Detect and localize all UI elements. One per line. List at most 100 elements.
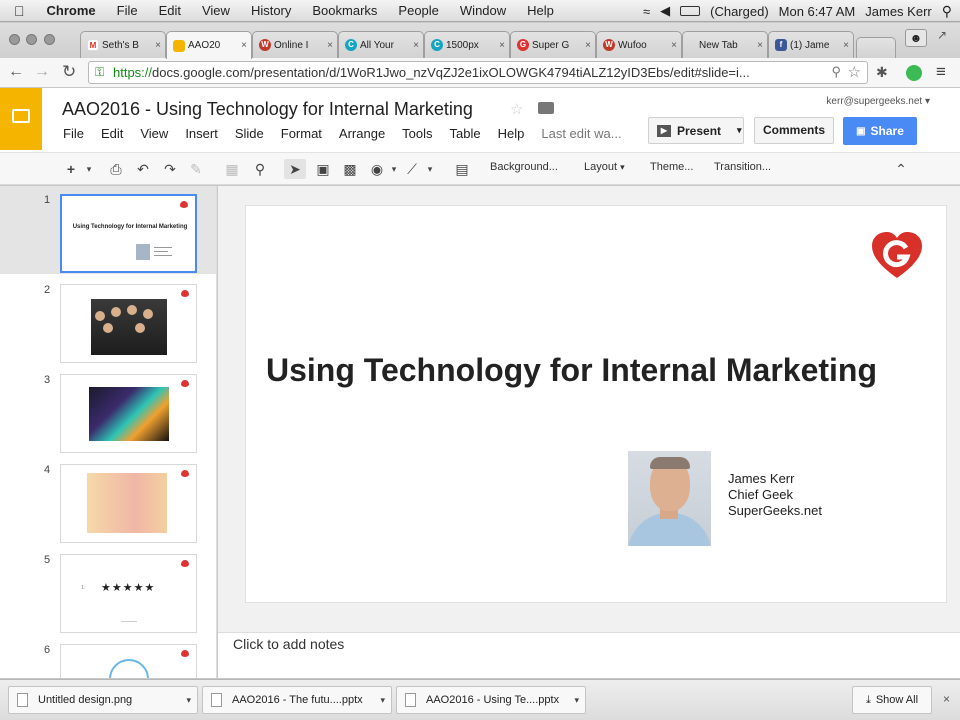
reload-icon[interactable]: ↻ [62, 62, 76, 82]
comments-button[interactable]: Comments [754, 117, 834, 144]
battery-status[interactable]: (Charged) [710, 4, 769, 19]
slide-thumbnail-row[interactable]: 1 Using Technology for Internal Marketin… [0, 186, 216, 274]
slide-thumbnail-row[interactable]: 4 [0, 456, 216, 544]
docs-menu-slide[interactable]: Slide [235, 126, 264, 141]
slide-thumbnail[interactable] [60, 464, 197, 543]
menu-bookmarks[interactable]: Bookmarks [312, 3, 377, 18]
extension-green-icon[interactable] [906, 65, 922, 81]
slide-title[interactable]: Using Technology for Internal Marketing [266, 352, 946, 389]
account-email[interactable]: kerr@supergeeks.net ▾ [826, 96, 930, 107]
print-icon[interactable]: ⎙ [106, 159, 126, 179]
menu-app[interactable]: Chrome [47, 3, 96, 18]
new-slide-icon[interactable]: + [62, 159, 80, 179]
slide-thumbnail-row[interactable]: 2 [0, 276, 216, 364]
background-button[interactable]: Background... [490, 161, 558, 173]
menu-people[interactable]: People [398, 3, 438, 18]
spotlight-icon[interactable]: ⚲ [942, 3, 952, 20]
zoom-fit-icon[interactable]: ▦ [222, 159, 242, 179]
select-cursor-icon[interactable]: ➤ [284, 159, 306, 179]
slide-thumbnail-row[interactable]: 6 [0, 636, 216, 678]
tab-facebook[interactable]: f (1) Jame × [768, 31, 854, 58]
present-button[interactable]: ▶ Present ▾ [648, 117, 744, 144]
slide-thumbnail[interactable]: 1. ★★★★★ [60, 554, 197, 633]
image-icon[interactable]: ▩ [340, 159, 360, 179]
line-icon[interactable]: ⟋ [402, 159, 422, 179]
redo-icon[interactable]: ↷ [160, 159, 180, 179]
docs-menu-arrange[interactable]: Arrange [339, 126, 385, 141]
bookmark-star-icon[interactable]: ☆ [848, 63, 861, 81]
close-tab-icon[interactable]: × [327, 40, 333, 51]
tab-wufoo[interactable]: W Wufoo × [596, 31, 682, 58]
chevron-down-icon[interactable]: ▾ [574, 695, 579, 706]
slides-logo[interactable] [0, 88, 42, 150]
zoom-icon[interactable]: ⚲ [250, 159, 270, 179]
menu-edit[interactable]: Edit [159, 3, 181, 18]
menu-window[interactable]: Window [460, 3, 506, 18]
chevron-down-icon[interactable]: ▾ [186, 695, 191, 706]
speaker-photo[interactable] [628, 451, 711, 546]
tab-1500px[interactable]: C 1500px × [424, 31, 510, 58]
undo-icon[interactable]: ↶ [133, 159, 153, 179]
star-icon[interactable]: ☆ [510, 100, 523, 118]
chrome-menu-icon[interactable]: ≡ [936, 62, 946, 82]
supergeeks-logo-icon[interactable] [870, 230, 924, 280]
chevron-down-icon[interactable]: ▾ [737, 125, 742, 136]
clock[interactable]: Mon 6:47 AM [779, 4, 856, 19]
close-tab-icon[interactable]: × [155, 40, 161, 51]
close-tab-icon[interactable]: × [241, 40, 247, 51]
tab-all-your[interactable]: C All Your × [338, 31, 424, 58]
menu-history[interactable]: History [251, 3, 291, 18]
chevron-down-icon[interactable]: ▾ [380, 695, 385, 706]
chevron-down-icon[interactable]: ▾ [389, 159, 399, 179]
transition-button[interactable]: Transition... [714, 161, 771, 173]
slide-thumbnail[interactable] [60, 284, 197, 363]
close-icon[interactable]: × [943, 692, 950, 706]
slide-thumbnail[interactable] [60, 374, 197, 453]
docs-menu-insert[interactable]: Insert [185, 126, 218, 141]
text-box-icon[interactable]: ▣ [312, 159, 334, 179]
tab-new-tab[interactable]: New Tab × [682, 31, 768, 58]
menu-file[interactable]: File [117, 3, 138, 18]
forward-icon[interactable]: → [34, 63, 50, 81]
download-item[interactable]: AAO2016 - The futu....pptx ▾ [202, 686, 392, 714]
close-tab-icon[interactable]: × [499, 40, 505, 51]
menu-view[interactable]: View [202, 3, 230, 18]
layout-button[interactable]: Layout ▾ [584, 161, 625, 173]
slide-canvas[interactable]: Using Technology for Internal Marketing … [246, 206, 946, 602]
docs-menu-tools[interactable]: Tools [402, 126, 432, 141]
chevron-down-icon[interactable]: ▾ [84, 159, 94, 179]
shape-icon[interactable]: ◉ [366, 159, 388, 179]
profile-icon[interactable]: ☻ [905, 29, 927, 47]
minimize-window-icon[interactable] [26, 34, 37, 45]
close-tab-icon[interactable]: × [843, 40, 849, 51]
apple-icon[interactable]:  [14, 3, 25, 19]
paint-format-icon[interactable]: ✎ [186, 159, 206, 179]
download-item[interactable]: AAO2016 - Using Te....pptx ▾ [396, 686, 586, 714]
docs-menu-edit[interactable]: Edit [101, 126, 123, 141]
tab-seths-blog[interactable]: M Seth's B × [80, 31, 166, 58]
battery-icon[interactable] [680, 6, 701, 16]
menu-help[interactable]: Help [527, 3, 554, 18]
theme-button[interactable]: Theme... [650, 161, 693, 173]
share-button[interactable]: ▣ Share [843, 117, 917, 145]
tab-aao2016[interactable]: AAO20 × [166, 31, 252, 59]
search-icon[interactable]: ⚲ [831, 64, 841, 80]
close-tab-icon[interactable]: × [585, 40, 591, 51]
docs-menu-format[interactable]: Format [281, 126, 322, 141]
speaker-notes[interactable]: Click to add notes [218, 632, 960, 678]
docs-menu-file[interactable]: File [63, 126, 84, 141]
close-window-icon[interactable] [9, 34, 20, 45]
speaker-info[interactable]: James Kerr Chief Geek SuperGeeks.net [728, 471, 822, 519]
collapse-toolbar-icon[interactable]: ⌃ [892, 159, 910, 179]
close-tab-icon[interactable]: × [671, 40, 677, 51]
slide-thumbnail[interactable]: Using Technology for Internal Marketing [60, 194, 197, 273]
new-tab-button[interactable] [856, 37, 896, 58]
folder-icon[interactable] [538, 102, 554, 114]
extension-puzzle-icon[interactable]: ✱ [876, 64, 888, 81]
slide-thumbnail-row[interactable]: 3 [0, 366, 216, 454]
slide-thumbnail[interactable] [60, 644, 197, 678]
show-all-downloads-button[interactable]: ⤓ Show All [852, 686, 932, 714]
fullscreen-icon[interactable]: ↗ [937, 28, 947, 42]
chevron-down-icon[interactable]: ▾ [425, 159, 435, 179]
doc-title[interactable]: AAO2016 - Using Technology for Internal … [62, 99, 473, 120]
